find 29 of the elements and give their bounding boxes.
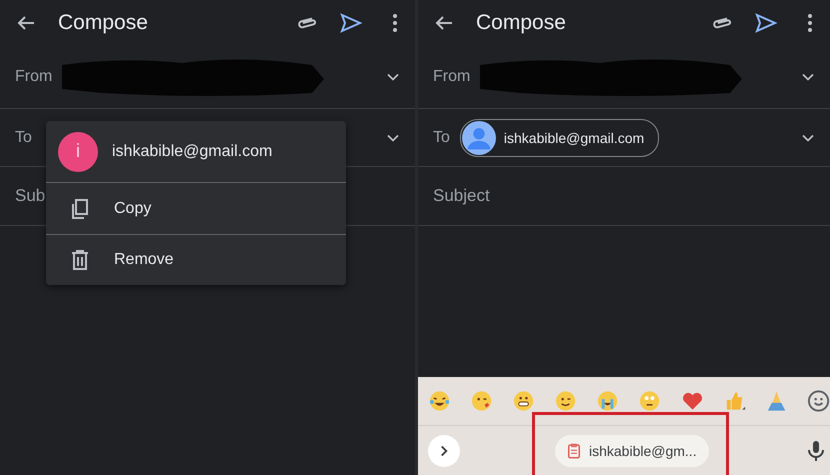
to-label: To [15,128,32,146]
clipboard-icon [565,442,583,460]
menu-item[interactable]: Remove [46,234,346,285]
winking-face-icon [554,389,578,413]
window-title: Compose [476,11,567,35]
smiley-icon [806,389,830,413]
from-label: From [433,68,470,86]
send-button[interactable] [339,11,363,35]
more-vertical-icon [393,14,397,32]
more-vertical-icon [808,14,812,32]
menu-email: ishkabible@gmail.com [112,142,272,160]
kissing-face-icon [470,389,494,413]
to-label: To [433,128,450,146]
subject-field[interactable]: Sub [15,186,46,206]
send-icon [754,11,778,35]
person-avatar-icon [462,120,496,154]
send-button[interactable] [754,11,778,35]
eye-roll-face-icon [638,389,662,413]
laughing-face-icon [428,389,452,413]
grinning-face-icon [512,389,536,413]
avatar: i [58,132,98,172]
from-label: From [15,68,52,86]
send-icon [339,11,363,35]
recipient-chip[interactable]: ishkabible@gmail.com [460,118,660,156]
clipboard-suggestion[interactable]: ishkabible@gm... [555,434,709,466]
menu-item[interactable]: Copy [46,183,346,234]
window-title: Compose [58,11,149,35]
subject-field[interactable]: Subject [433,186,490,206]
crying-face-icon [596,389,620,413]
